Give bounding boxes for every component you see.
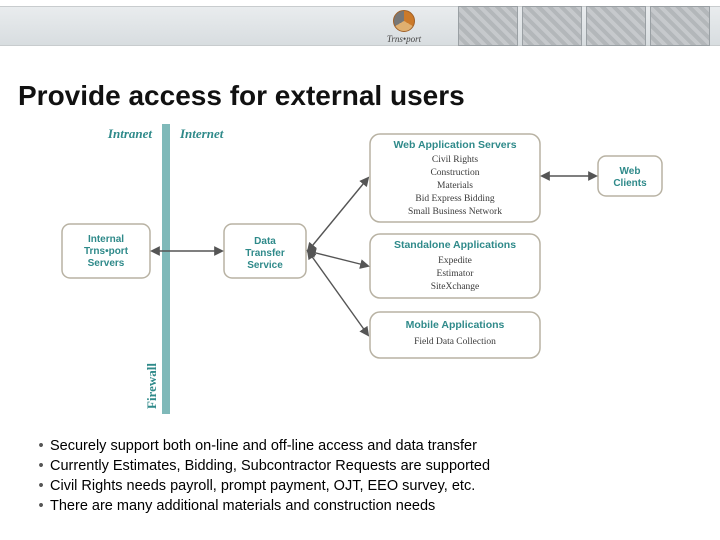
box-internal-servers: InternalTrns•portServers [62,224,150,278]
page-title: Provide access for external users [18,80,465,112]
list-item: Estimator [437,269,475,279]
bullet-icon: • [32,476,50,496]
bullet-list: •Securely support both on-line and off-l… [32,436,700,516]
logo-globe-icon [393,10,415,32]
header-tile [650,6,710,46]
header-tile [458,6,518,46]
box-title: Mobile Applications [406,319,505,331]
intranet-label: Intranet [107,126,152,141]
list-item: Field Data Collection [414,337,496,347]
list-item: Civil Rights [432,155,478,165]
architecture-diagram: Firewall Intranet Internet InternalTrns•… [52,124,672,424]
arrow-dts-was [308,178,368,251]
bullet-row: •Currently Estimates, Bidding, Subcontra… [32,456,700,476]
box-web-clients: WebClients [598,156,662,196]
header-tile [586,6,646,46]
list-item: Construction [430,168,479,178]
bullet-icon: • [32,436,50,456]
bullet-icon: • [32,496,50,516]
box-mobile-applications: Mobile Applications Field Data Collectio… [370,312,540,358]
firewall-label: Firewall [144,363,159,409]
list-item: SiteXchange [431,282,480,292]
list-item: Small Business Network [408,207,502,217]
logo-text: Trns•port [387,34,421,44]
bullet-text: Currently Estimates, Bidding, Subcontrac… [50,456,490,476]
header-tile [522,6,582,46]
box-title: Standalone Applications [394,239,516,251]
bullet-row: •Securely support both on-line and off-l… [32,436,700,456]
firewall-bar [162,124,170,414]
bullet-icon: • [32,456,50,476]
header-photo-tiles [458,6,710,46]
bullet-row: •There are many additional materials and… [32,496,700,516]
box-standalone-applications: Standalone Applications Expedite Estimat… [370,234,540,298]
box-title: Web Application Servers [393,139,516,151]
list-item: Bid Express Bidding [415,194,494,204]
list-item: Expedite [438,256,472,266]
slide-header: Trns•port [0,0,720,56]
box-title: InternalTrns•portServers [84,234,129,269]
bullet-text: There are many additional materials and … [50,496,435,516]
bullet-text: Civil Rights needs payroll, prompt payme… [50,476,475,496]
bullet-text: Securely support both on-line and off-li… [50,436,477,456]
internet-label: Internet [179,126,224,141]
box-data-transfer-service: DataTransferService [224,224,306,278]
box-web-application-servers: Web Application Servers Civil Rights Con… [370,134,540,222]
bullet-row: •Civil Rights needs payroll, prompt paym… [32,476,700,496]
trnsport-logo: Trns•port [374,4,434,50]
list-item: Materials [437,181,473,191]
